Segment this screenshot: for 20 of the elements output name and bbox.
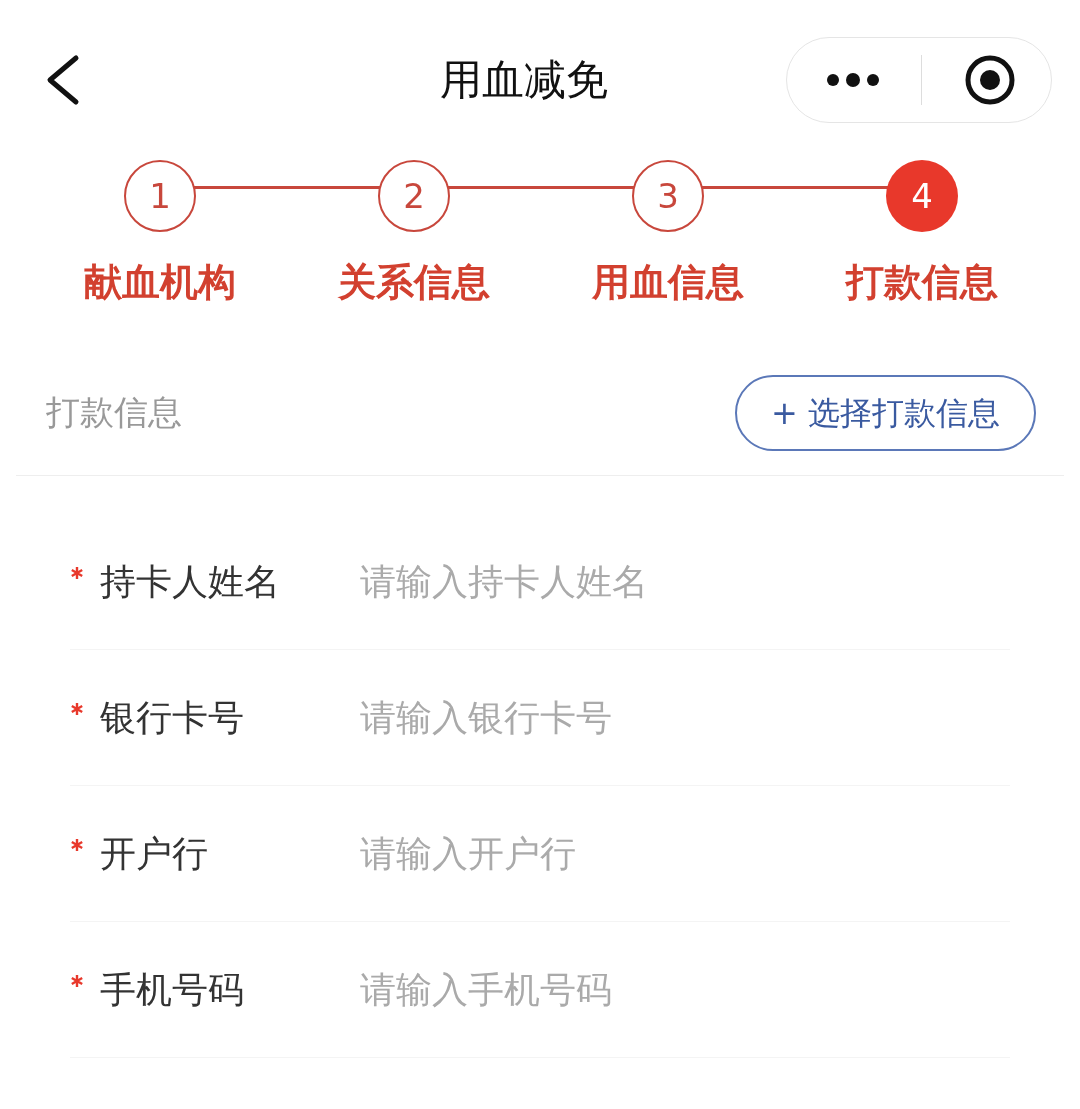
step-number: 1 xyxy=(124,160,196,232)
input-field[interactable]: 请输入持卡人姓名 xyxy=(360,551,1010,612)
section-title: 打款信息 xyxy=(46,391,182,434)
step-label: 打款信息 xyxy=(846,259,998,306)
page-title: 用血减免 xyxy=(440,54,608,106)
input-field[interactable]: 请输入开户行 xyxy=(360,823,1010,884)
step-label: 用血信息 xyxy=(592,259,744,306)
field-label: 开户行 xyxy=(100,831,209,876)
field-label: 手机号码 xyxy=(100,967,245,1012)
more-icon[interactable] xyxy=(825,72,881,88)
step-label: 献血机构 xyxy=(84,259,236,306)
field-label: 持卡人姓名 xyxy=(100,559,281,604)
step-number: 2 xyxy=(378,160,450,232)
step-number: 4 xyxy=(886,160,958,232)
step-label: 关系信息 xyxy=(338,259,490,306)
select-payment-button[interactable]: + 选择打款信息 xyxy=(735,374,1036,451)
input-field[interactable]: 请输入手机号码 xyxy=(360,959,1010,1020)
step-number: 3 xyxy=(632,160,704,232)
input-field[interactable]: 请输入银行卡号 xyxy=(360,687,1010,748)
field-label: 银行卡号 xyxy=(100,695,245,740)
